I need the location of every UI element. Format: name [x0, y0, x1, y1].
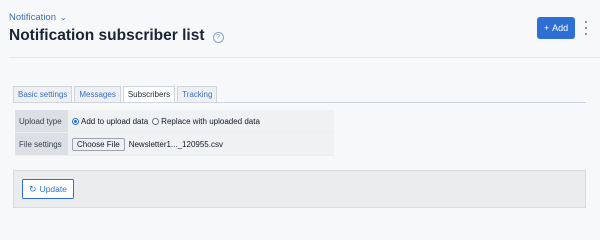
chevron-down-icon[interactable]: ⌄: [60, 13, 67, 22]
file-settings-value: Choose File Newsletter1..._120955.csv: [68, 132, 334, 156]
add-button[interactable]: + Add: [537, 17, 575, 39]
add-to-upload-label[interactable]: Add to upload data: [81, 117, 148, 126]
header-divider: [9, 57, 600, 58]
replace-label[interactable]: Replace with uploaded data: [161, 117, 260, 126]
refresh-icon: ↻: [29, 183, 37, 194]
plus-icon: +: [543, 23, 550, 33]
update-button-label: Update: [39, 184, 67, 194]
upload-type-row: Upload type Add to upload data Replace w…: [15, 110, 334, 133]
file-settings-label: File settings: [15, 132, 68, 156]
replace-radio[interactable]: [152, 117, 160, 125]
file-settings-row: File settings Choose File Newsletter1...…: [15, 132, 334, 156]
update-button[interactable]: ↻ Update: [22, 179, 74, 199]
vertical-dots-icon[interactable]: [584, 21, 588, 35]
action-bar: ↻ Update: [13, 170, 586, 208]
breadcrumb[interactable]: Notification ⌄: [9, 12, 67, 23]
add-button-label: Add: [552, 23, 569, 33]
tab-tracking[interactable]: Tracking: [177, 86, 218, 102]
upload-type-label: Upload type: [15, 110, 68, 133]
tab-basic-settings[interactable]: Basic settings: [13, 86, 73, 102]
tab-subscribers[interactable]: Subscribers: [122, 86, 176, 103]
add-to-upload-radio[interactable]: [72, 117, 79, 125]
question-icon[interactable]: ?: [212, 31, 224, 43]
settings-table: Upload type Add to upload data Replace w…: [15, 110, 334, 156]
upload-type-value: Add to upload data Replace with uploaded…: [68, 110, 334, 133]
replace-option[interactable]: Replace with uploaded data: [152, 117, 260, 126]
add-to-upload-option[interactable]: Add to upload data: [72, 117, 148, 126]
file-name: Newsletter1..._120955.csv: [128, 139, 223, 149]
file-input[interactable]: Choose File Newsletter1..._120955.csv: [72, 137, 330, 151]
tab-bar: Basic settings Messages Subscribers Trac…: [13, 86, 219, 103]
upload-type-radio-group: Add to upload data Replace with uploaded…: [72, 117, 330, 126]
title-row: Notification subscriber list ?: [9, 27, 224, 45]
tab-underline: [13, 102, 586, 103]
page-title: Notification subscriber list: [9, 27, 205, 44]
tab-messages[interactable]: Messages: [74, 86, 121, 102]
breadcrumb-label[interactable]: Notification: [9, 12, 56, 23]
choose-file-button[interactable]: Choose File: [72, 137, 125, 151]
